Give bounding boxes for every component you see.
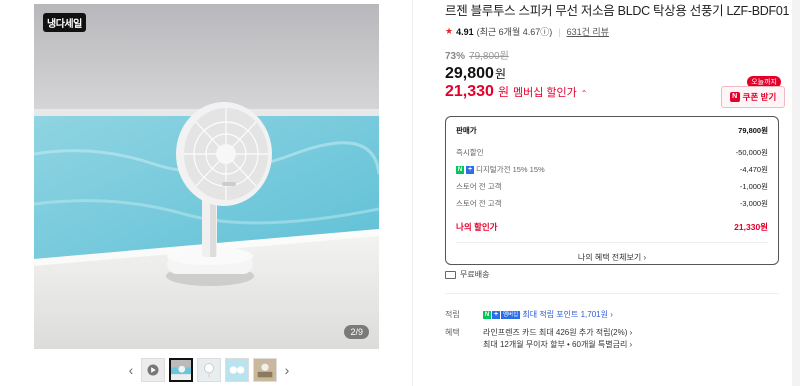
main-product-image[interactable]: 냉다세일 2/9 (34, 4, 379, 349)
thumbnail-2[interactable] (169, 358, 193, 382)
naver-n-icon: N (456, 165, 464, 174)
plus-icon: + (466, 165, 474, 174)
view-all-benefits-link[interactable]: 나의 혜택 전체보기 › (456, 243, 768, 272)
breakdown-row-label: 즉시할인 (456, 148, 484, 157)
my-discount-label: 나의 할인가 (456, 222, 498, 232)
naver-n-icon: N (729, 92, 740, 102)
separator: | (558, 26, 561, 37)
vertical-scrollbar[interactable] (792, 0, 800, 386)
product-info-panel: 르젠 블루투스 스피커 무선 저소음 BLDC 탁상용 선풍기 LZF-BDF0… (445, 0, 790, 386)
membership-label: 멤버십 (501, 310, 521, 319)
installment-benefit-link[interactable]: 최대 12개월 무이자 할부 • 60개월 특별금리 › (483, 339, 785, 351)
sale-badge: 냉다세일 (43, 13, 86, 32)
points-value-wrap[interactable]: N + 멤버십 최대 적립 포인트 1,701원 › (483, 309, 785, 321)
points-key: 적립 (445, 310, 460, 319)
column-divider (412, 0, 413, 386)
benefit-row: 혜택 라인프렌즈 카드 최대 426원 추가 적립(2%) › 최대 12개월 … (445, 327, 785, 351)
prev-thumb-button[interactable]: ‹ (125, 358, 137, 382)
breakdown-sale-row: 판매가 79,800원 (456, 117, 768, 144)
breakdown-row-label: 스토어 전 고객 (456, 182, 502, 191)
my-discount-value: 21,330원 (734, 222, 768, 232)
chevron-up-icon: ⌃ (580, 89, 588, 98)
price-row: 29,800 원 (445, 65, 790, 83)
price-breakdown-box: 판매가 79,800원 즉시할인 -50,000원 N + 디지털가전 15% 1… (445, 116, 779, 265)
discount-percent: 73% (445, 51, 466, 62)
shipping-row: 무료배송 (445, 269, 489, 280)
image-counter: 2/9 (344, 325, 369, 339)
naver-n-icon: N (483, 310, 491, 319)
points-benefits-section: 적립 N + 멤버십 최대 적립 포인트 1,701원 › 혜택 라인프렌즈 카드 … (445, 309, 785, 357)
breakdown-row-label: 디지털가전 15% 15% (476, 165, 545, 174)
breakdown-sale-label: 판매가 (456, 126, 477, 135)
breakdown-row: 스토어 전 고객 -1,000원 (456, 178, 768, 195)
sale-price: 29,800 (445, 65, 494, 82)
thumbnail-3[interactable] (197, 358, 221, 382)
points-row: 적립 N + 멤버십 최대 적립 포인트 1,701원 › (445, 309, 785, 321)
truck-icon (445, 270, 456, 279)
thumbnail-4[interactable] (225, 358, 249, 382)
breakdown-sale-value: 79,800원 (738, 126, 768, 135)
rating-score: 4.91 (456, 26, 474, 37)
divider (445, 293, 779, 294)
member-price-unit: 원 (497, 85, 509, 99)
sale-price-unit: 원 (494, 67, 506, 81)
membership-badge: N + 멤버십 (483, 310, 521, 319)
thumbnail-video[interactable] (141, 358, 165, 382)
breakdown-row-value: -1,000원 (739, 182, 768, 191)
benefit-lines: 라인프렌즈 카드 최대 426원 추가 적립(2%) › 최대 12개월 무이자… (483, 327, 785, 351)
breakdown-row-value: -3,000원 (739, 199, 768, 208)
thumbnail-5[interactable] (253, 358, 277, 382)
next-thumb-button[interactable]: › (281, 358, 293, 382)
breakdown-row-label-wrap: N + 디지털가전 15% 15% (456, 164, 545, 175)
rating-note[interactable]: (최근 6개월 4.67ⓘ) (477, 25, 553, 38)
get-coupon-button[interactable]: N 쿠폰 받기 (721, 86, 785, 108)
original-price: 79,800원 (469, 51, 509, 62)
discount-row: 73% 79,800원 (445, 47, 790, 62)
points-value: 최대 적립 포인트 1,701원 › (522, 310, 613, 319)
breakdown-row: 즉시할인 -50,000원 (456, 144, 768, 161)
breakdown-row: 스토어 전 고객 -3,000원 (456, 195, 768, 212)
product-gallery: 냉다세일 2/9 ‹ › (0, 0, 400, 386)
fan-photo (34, 4, 379, 349)
star-icon: ★ (445, 26, 454, 36)
my-discount-row: 나의 할인가 21,330원 (456, 212, 768, 242)
benefit-key: 혜택 (445, 328, 460, 337)
breakdown-row-label: 스토어 전 고객 (456, 199, 502, 208)
breakdown-row-value: -50,000원 (735, 148, 768, 157)
thumbnail-strip: ‹ › (125, 356, 293, 384)
rating-row: ★ 4.91 (최근 6개월 4.67ⓘ) | 631건 리뷰 (445, 25, 790, 38)
shipping-label: 무료배송 (460, 270, 490, 279)
breakdown-row: N + 디지털가전 15% 15% -4,470원 (456, 161, 768, 178)
member-price-label: 멤버십 할인가 (512, 87, 577, 99)
member-price: 21,330 (445, 83, 494, 100)
plus-icon: + (492, 310, 500, 319)
card-benefit-link[interactable]: 라인프렌즈 카드 최대 426원 추가 적립(2%) › (483, 327, 785, 339)
get-coupon-label: 쿠폰 받기 (742, 92, 777, 102)
breakdown-row-value: -4,470원 (739, 165, 768, 174)
product-title: 르젠 블루투스 스피커 무선 저소음 BLDC 탁상용 선풍기 LZF-BDF0… (445, 4, 790, 18)
review-count-link[interactable]: 631건 리뷰 (567, 25, 609, 38)
